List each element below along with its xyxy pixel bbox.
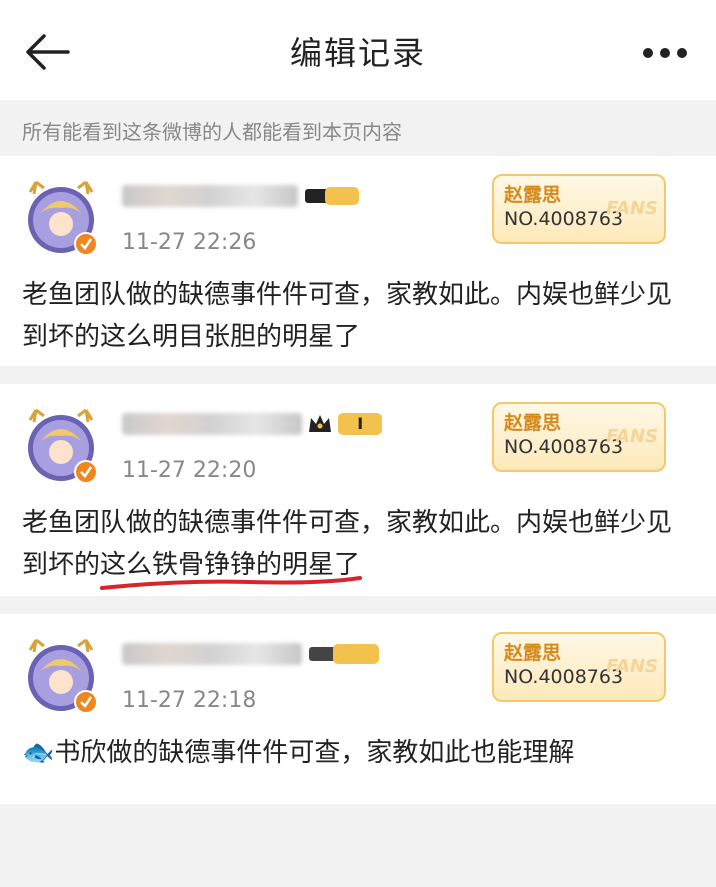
avatar[interactable] (22, 406, 100, 484)
verified-badge-icon (74, 690, 98, 714)
blurred-username-text (122, 413, 302, 435)
member-badge-icon (307, 644, 383, 664)
verified-badge-icon (74, 460, 98, 484)
fans-badge-name: 赵露思 (504, 412, 562, 434)
username-blurred[interactable] (122, 184, 361, 214)
visibility-notice: 所有能看到这条微博的人都能看到本页内容 (22, 120, 402, 144)
fans-badge-watermark: FANS (606, 198, 658, 219)
fans-badge-name: 赵露思 (504, 184, 562, 206)
fans-badge-watermark: FANS (606, 656, 658, 677)
fans-badge-watermark: FANS (606, 426, 658, 447)
verified-badge-icon (74, 232, 98, 256)
avatar[interactable] (22, 636, 100, 714)
more-options-icon[interactable] (640, 38, 690, 68)
fans-badge[interactable]: 赵露思 NO.4008763 FANS (492, 402, 666, 472)
level-badge-text: I (357, 414, 364, 433)
blurred-username-text (122, 643, 302, 665)
member-badge-icon (303, 186, 361, 205)
edit-time: 11-27 22:18 (122, 688, 257, 713)
edit-record-card: I 11-27 22:20 赵露思 NO.4008763 FANS 老鱼团队做的… (0, 384, 716, 596)
level-badge: I (338, 413, 383, 435)
fans-badge[interactable]: 赵露思 NO.4008763 FANS (492, 174, 666, 244)
red-underline-annotation (100, 572, 362, 592)
fans-badge-name: 赵露思 (504, 642, 562, 664)
blurred-username-text (122, 185, 298, 207)
page-title: 编辑记录 (289, 34, 426, 72)
edit-time: 11-27 22:26 (122, 230, 257, 255)
username-blurred[interactable] (122, 642, 383, 672)
avatar[interactable] (22, 178, 100, 256)
post-text: 🐟书欣做的缺德事件件可查，家教如此也能理解 (22, 738, 575, 768)
post-text: 老鱼团队做的缺德事件件可查，家教如此。内娱也鲜少见到坏的这么明目张胆的明星了 (22, 280, 673, 352)
edit-time: 11-27 22:20 (122, 458, 257, 483)
username-blurred[interactable]: I (122, 412, 383, 442)
edit-record-card: 11-27 22:26 赵露思 NO.4008763 FANS 老鱼团队做的缺德… (0, 156, 716, 366)
fans-badge[interactable]: 赵露思 NO.4008763 FANS (492, 632, 666, 702)
crown-icon (307, 414, 338, 433)
edit-record-card: 11-27 22:18 赵露思 NO.4008763 FANS 🐟书欣做的缺德事… (0, 614, 716, 804)
top-navigation-bar: 编辑记录 (0, 0, 716, 100)
